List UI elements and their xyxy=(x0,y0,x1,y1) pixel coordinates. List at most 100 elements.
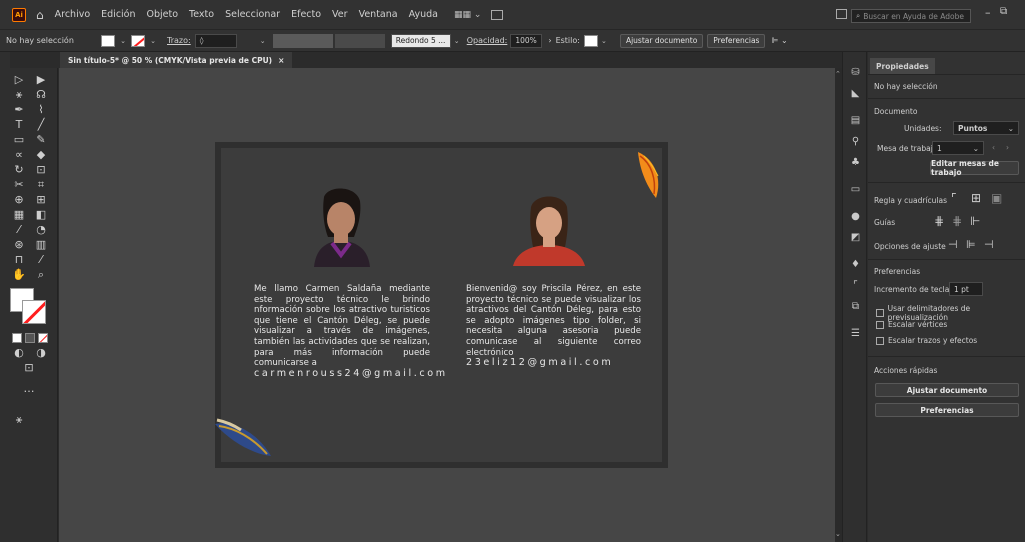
selection-tool-icon[interactable]: ▷ xyxy=(12,73,26,87)
line-tool-icon[interactable]: ╱ xyxy=(34,118,48,132)
home-icon[interactable]: ⌂ xyxy=(36,8,44,22)
pathfinder-icon[interactable]: ⧉ xyxy=(843,297,868,315)
rotate-tool-icon[interactable]: ↻ xyxy=(12,163,26,177)
color-mode-icon[interactable] xyxy=(12,332,22,343)
bio-right[interactable]: Bienvenid@ soy Priscila Pérez, en este p… xyxy=(466,284,641,369)
direct-selection-tool-icon[interactable]: ▶ xyxy=(34,73,48,87)
workspace-switcher-icon[interactable]: ▦▦ ⌄ xyxy=(454,10,481,20)
variable-width-field[interactable] xyxy=(272,33,333,48)
layers-icon[interactable]: ▤ xyxy=(843,111,868,129)
chevron-right-icon[interactable]: › xyxy=(548,36,551,45)
hand-tool-icon[interactable]: ✋ xyxy=(12,268,26,282)
ruler-icon[interactable]: ⌜ xyxy=(951,191,957,205)
grid-icon[interactable]: ⊞ xyxy=(971,191,981,205)
chevron-down-icon[interactable]: ⌄ xyxy=(451,35,463,47)
bio-left[interactable]: Me llamo Carmen Saldaña mediante este pr… xyxy=(254,284,445,379)
draw-mode-icon[interactable]: ◐ xyxy=(12,346,26,360)
column-graph-icon[interactable]: ▥ xyxy=(34,238,48,252)
snap-point-icon[interactable]: ⊣ xyxy=(948,238,958,251)
menu-archivo[interactable]: Archivo xyxy=(55,9,91,20)
carmen-photo[interactable] xyxy=(310,187,372,267)
snap-pixel-icon[interactable]: ⊫ xyxy=(966,238,976,251)
free-transform-icon[interactable]: ⌗ xyxy=(34,178,48,192)
artboard-tool-icon[interactable]: ⊓ xyxy=(12,253,26,267)
chevron-down-icon[interactable]: ⌄ xyxy=(257,35,269,47)
feather-image-top[interactable] xyxy=(634,150,664,200)
draw-behind-icon[interactable]: ◑ xyxy=(34,346,48,360)
document-tab[interactable]: Sin título-5* @ 50 % (CMYK/Vista previa … xyxy=(60,52,293,68)
smart-guides-icon[interactable]: ⊩ xyxy=(970,214,980,228)
edit-artboards-button[interactable]: Editar mesas de trabajo xyxy=(930,159,1019,177)
chevron-right-icon[interactable]: › xyxy=(1006,143,1009,152)
magic-wand-icon[interactable]: ⚹ xyxy=(12,88,26,102)
priscila-photo[interactable] xyxy=(513,193,585,266)
zoom-tool-icon[interactable]: ⌕ xyxy=(34,268,48,282)
canvas-scrollbar[interactable]: ⌃ ⌄ xyxy=(835,68,842,542)
arrange-documents-icon[interactable] xyxy=(491,9,504,20)
close-icon[interactable]: × xyxy=(278,56,284,65)
panel-toggle-icon[interactable] xyxy=(836,9,847,19)
keyboard-increment-field[interactable]: 1 pt xyxy=(949,282,983,296)
preferences-panel-button[interactable]: Preferencias xyxy=(875,403,1019,417)
lock-guides-icon[interactable]: ⋕ xyxy=(952,214,962,228)
stroke-weight-field[interactable]: ◊ xyxy=(194,33,237,48)
snap-glyph-icon[interactable]: ⊣ xyxy=(984,238,994,251)
chevron-down-icon[interactable]: ⌄ xyxy=(147,35,159,47)
show-guides-icon[interactable]: ⋕ xyxy=(934,214,944,228)
transparency-grid-icon[interactable]: ▣ xyxy=(991,191,1002,205)
preferences-button[interactable]: Preferencias xyxy=(707,33,766,48)
opacity-label[interactable]: Opacidad: xyxy=(467,36,508,45)
menu-seleccionar[interactable]: Seleccionar xyxy=(225,9,280,20)
align-panel-icon[interactable]: ☰ xyxy=(843,324,868,342)
symbol-sprayer-icon[interactable]: ⊛ xyxy=(12,238,26,252)
stroke-swatch[interactable] xyxy=(131,34,145,47)
fill-stroke-widget[interactable] xyxy=(10,288,46,324)
screen-mode-icon[interactable]: ⊡ xyxy=(22,361,36,375)
stroke-label[interactable]: Trazo: xyxy=(167,36,191,45)
scale-corners-checkbox[interactable]: Escalar vértices xyxy=(876,320,947,329)
gradient-tool-icon[interactable]: ◧ xyxy=(34,208,48,222)
swatches-icon[interactable]: ◩ xyxy=(843,228,868,246)
opacity-field[interactable]: 100% xyxy=(510,33,543,48)
eraser-icon[interactable]: ◆ xyxy=(34,148,48,162)
shaper-tool-icon[interactable]: ∝ xyxy=(12,148,26,162)
restore-button[interactable]: ⧉ xyxy=(1000,6,1007,17)
chevron-down-icon[interactable]: ⌄ xyxy=(598,35,610,47)
curvature-tool-icon[interactable]: ⌇ xyxy=(34,103,48,117)
brush-profile-field[interactable] xyxy=(334,33,385,48)
help-search-input[interactable]: ⌕ Buscar en Ayuda de Adobe xyxy=(851,9,971,23)
artboard-select[interactable]: 1 ⌄ xyxy=(932,141,984,155)
chevron-up-icon[interactable]: ⌃ xyxy=(835,70,841,78)
slice-tool-icon[interactable]: ⁄ xyxy=(34,253,48,267)
feather-image-bottom[interactable] xyxy=(213,416,275,462)
rectangle-tool-icon[interactable]: ▭ xyxy=(12,133,26,147)
minimize-button[interactable]: – xyxy=(985,6,991,19)
properties-icon[interactable]: ◣ xyxy=(843,84,868,102)
menu-efecto[interactable]: Efecto xyxy=(291,9,321,20)
adjust-document-panel-button[interactable]: Ajustar documento xyxy=(875,383,1019,397)
paintbrush-icon[interactable]: ✎ xyxy=(34,133,48,147)
perspective-grid-icon[interactable]: ⊞ xyxy=(34,193,48,207)
align-icon[interactable]: ⊫ ⌄ xyxy=(771,36,787,45)
symbols-icon[interactable]: ♦ xyxy=(843,255,868,273)
menu-edicion[interactable]: Edición xyxy=(101,9,135,20)
menu-ventana[interactable]: Ventana xyxy=(359,9,398,20)
adjust-document-button[interactable]: Ajustar documento xyxy=(619,33,704,48)
transform-icon[interactable]: ⌜ xyxy=(843,276,868,294)
more-tools-icon[interactable]: … xyxy=(22,382,36,396)
none-mode-icon[interactable] xyxy=(38,332,48,343)
brush-field[interactable]: Redondo 5 ... xyxy=(390,33,451,48)
shape-builder-icon[interactable]: ⊕ xyxy=(12,193,26,207)
type-tool-icon[interactable]: T xyxy=(12,118,26,132)
chevron-down-icon[interactable]: ⌄ xyxy=(117,35,129,47)
eyedropper-icon[interactable]: ⁄ xyxy=(12,223,26,237)
menu-objeto[interactable]: Objeto xyxy=(147,9,179,20)
color-icon[interactable]: ● xyxy=(843,207,868,225)
artboard[interactable]: Me llamo Carmen Saldaña mediante este pr… xyxy=(215,148,664,462)
units-select[interactable]: Puntos ⌄ xyxy=(953,121,1019,135)
blend-tool-icon[interactable]: ◔ xyxy=(34,223,48,237)
fill-swatch[interactable] xyxy=(101,34,115,47)
properties-tab[interactable]: Propiedades xyxy=(870,58,935,74)
scale-strokes-checkbox[interactable]: Escalar trazos y efectos xyxy=(876,336,977,345)
artboards-icon[interactable]: ▭ xyxy=(843,180,868,198)
